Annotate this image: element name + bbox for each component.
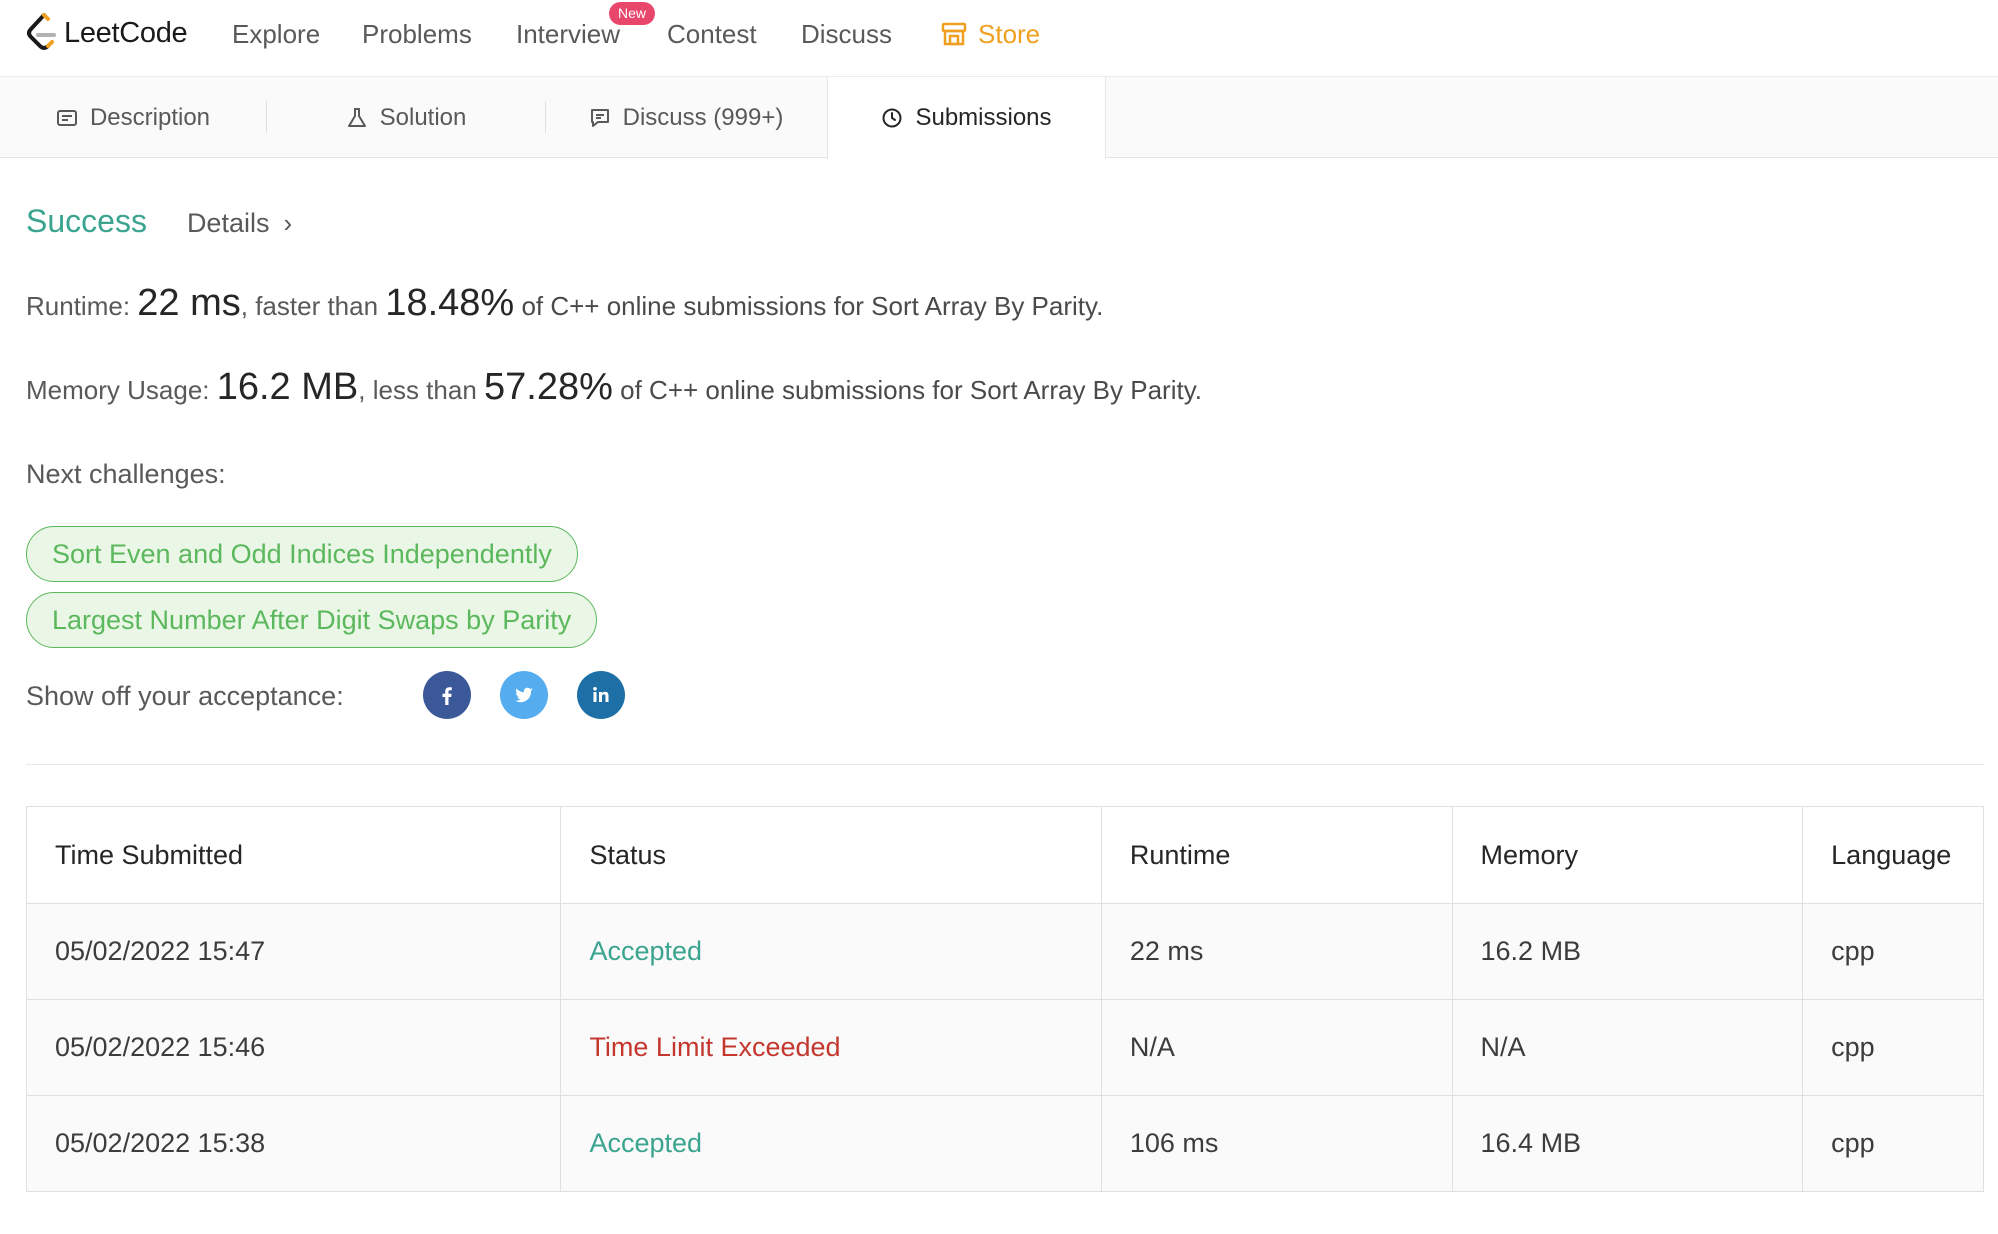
challenge-pill[interactable]: Largest Number After Digit Swaps by Pari…: [26, 592, 598, 648]
tab-submissions-label: Submissions: [915, 104, 1052, 131]
twitter-icon: [515, 687, 533, 703]
time-submitted-cell: 05/02/2022 15:47: [55, 936, 266, 966]
runtime-label: Runtime:: [26, 291, 131, 321]
facebook-share-button[interactable]: [423, 671, 471, 719]
status-link[interactable]: Accepted: [560, 1096, 1100, 1191]
runtime-percent: 18.48%: [385, 282, 515, 324]
header-memory: Memory: [1451, 807, 1803, 903]
table-row: 05/02/2022 15:47 Accepted 22 ms 16.2 MB …: [27, 903, 1983, 999]
time-submitted-cell: 05/02/2022 15:46: [55, 1032, 266, 1062]
nav-discuss[interactable]: Discuss: [801, 19, 892, 50]
leetcode-logo-icon: [27, 13, 56, 50]
next-challenges-label: Next challenges:: [26, 459, 226, 489]
header-time-submitted: Time Submitted: [55, 839, 244, 870]
runtime-compare: , faster than: [240, 291, 379, 321]
header-language: Language: [1802, 807, 1983, 903]
tab-solution-label: Solution: [379, 103, 467, 131]
nav-interview[interactable]: Interview: [516, 19, 620, 50]
runtime-value: 22 ms: [137, 282, 241, 324]
language-cell: cpp: [1802, 1000, 1983, 1095]
tab-discuss[interactable]: Discuss (999+): [546, 77, 826, 158]
table-row: 05/02/2022 15:46 Time Limit Exceeded N/A…: [27, 999, 1983, 1095]
share-label: Show off your acceptance:: [26, 681, 344, 711]
memory-cell: 16.4 MB: [1451, 1096, 1803, 1191]
result-status-row: Success Details ›: [26, 203, 292, 240]
submissions-table: Time Submitted Status Runtime Memory Lan…: [26, 806, 1984, 1192]
problem-tabbar: Description Solution Discuss (999+) Subm…: [0, 77, 1998, 159]
top-navbar: LeetCode Explore Problems Interview New …: [0, 0, 1998, 77]
challenge-pill[interactable]: Sort Even and Odd Indices Independently: [26, 526, 578, 582]
nav-explore[interactable]: Explore: [232, 19, 320, 50]
tab-description-label: Description: [89, 103, 211, 131]
clock-icon: [882, 108, 902, 128]
tab-solution[interactable]: Solution: [267, 77, 545, 158]
store-icon[interactable]: [940, 21, 968, 47]
runtime-cell: N/A: [1100, 1000, 1452, 1095]
comment-icon: [590, 108, 609, 127]
logo-text: LeetCode: [64, 16, 188, 49]
header-status: Status: [560, 807, 1100, 903]
status-link[interactable]: Time Limit Exceeded: [560, 1000, 1100, 1095]
tab-description[interactable]: Description: [0, 77, 266, 158]
facebook-icon: [442, 687, 452, 705]
twitter-share-button[interactable]: [500, 671, 548, 719]
new-badge: New: [609, 2, 656, 25]
memory-value: 16.2 MB: [216, 366, 359, 408]
leetcode-logo[interactable]: LeetCode: [24, 12, 188, 54]
runtime-cell: 106 ms: [1100, 1096, 1452, 1191]
tab-submissions[interactable]: Submissions: [827, 77, 1106, 159]
linkedin-share-button[interactable]: [577, 671, 625, 719]
nav-contest[interactable]: Contest: [667, 19, 757, 50]
chevron-right-icon: ›: [283, 208, 293, 238]
time-submitted-cell: 05/02/2022 15:38: [55, 1128, 266, 1158]
language-cell: cpp: [1802, 1096, 1983, 1191]
linkedin-icon: [593, 687, 609, 702]
language-cell: cpp: [1802, 904, 1983, 999]
description-icon: [56, 109, 77, 126]
table-row: 05/02/2022 15:38 Accepted 106 ms 16.4 MB…: [27, 1095, 1983, 1191]
nav-store[interactable]: Store: [978, 19, 1040, 50]
details-link[interactable]: Details ›: [187, 208, 292, 239]
memory-cell: N/A: [1451, 1000, 1803, 1095]
section-divider: [26, 764, 1984, 765]
success-status: Success: [26, 203, 147, 239]
memory-percent: 57.28%: [484, 366, 613, 408]
memory-line: Memory Usage: 16.2 MB, less than 57.28% …: [26, 366, 1202, 409]
table-header-row: Time Submitted Status Runtime Memory Lan…: [27, 807, 1983, 903]
status-link[interactable]: Accepted: [560, 904, 1100, 999]
details-label: Details: [186, 208, 270, 238]
flask-icon: [347, 107, 366, 127]
memory-compare: , less than: [358, 375, 477, 405]
nav-problems[interactable]: Problems: [362, 19, 472, 50]
tab-discuss-label: Discuss (999+): [622, 103, 784, 131]
runtime-line: Runtime: 22 ms, faster than 18.48% of C+…: [26, 282, 1103, 325]
runtime-suffix: of C++ online submissions for Sort Array…: [521, 291, 1104, 321]
memory-label: Memory Usage:: [26, 375, 210, 405]
header-runtime: Runtime: [1100, 807, 1452, 903]
memory-cell: 16.2 MB: [1451, 904, 1803, 999]
memory-suffix: of C++ online submissions for Sort Array…: [620, 375, 1203, 405]
runtime-cell: 22 ms: [1100, 904, 1452, 999]
